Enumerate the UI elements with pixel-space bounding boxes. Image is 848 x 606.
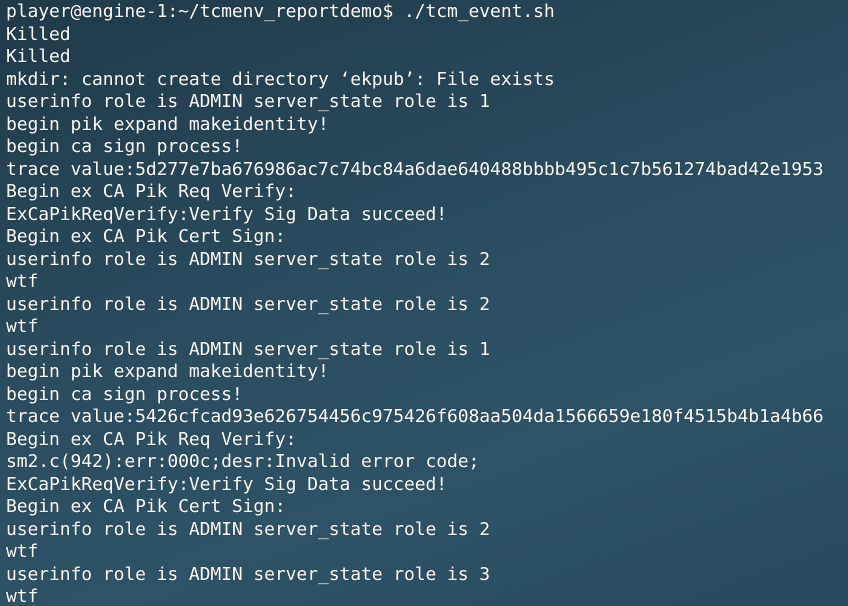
output-line: begin pik expand makeidentity! <box>6 113 329 135</box>
output-line: wtf <box>6 586 39 606</box>
output-line: userinfo role is ADMIN server_state role… <box>6 563 491 585</box>
output-line: userinfo role is ADMIN server_state role… <box>6 293 491 315</box>
output-line: ExCaPikReqVerify:Verify Sig Data succeed… <box>6 473 448 495</box>
prompt-line: player@engine-1:~/tcmenv_reportdemo$ ./t… <box>6 1 555 22</box>
output-line: trace value:5426cfcad93e626754456c975426… <box>6 406 824 427</box>
output-line: ExCaPikReqVerify:Verify Sig Data succeed… <box>6 203 448 225</box>
output-line: Begin ex CA Pik Req Verify: <box>6 181 297 202</box>
output-line: mkdir: cannot create directory ‘ekpub’: … <box>6 68 555 90</box>
output-line: Begin ex CA Pik Cert Sign: <box>6 496 286 517</box>
output-line: userinfo role is ADMIN server_state role… <box>6 338 491 360</box>
output-line: Killed <box>6 46 71 67</box>
terminal-output[interactable]: player@engine-1:~/tcmenv_reportdemo$ ./t… <box>0 0 848 606</box>
output-line: Killed <box>6 23 71 45</box>
output-line: Begin ex CA Pik Req Verify: <box>6 428 297 450</box>
output-line: userinfo role is ADMIN server_state role… <box>6 91 491 112</box>
output-line: userinfo role is ADMIN server_state role… <box>6 248 491 270</box>
output-line: trace value:5d277e7ba676986ac7c74bc84a6d… <box>6 158 824 180</box>
output-line: begin pik expand makeidentity! <box>6 361 329 382</box>
output-line: wtf <box>6 271 39 292</box>
output-line: userinfo role is ADMIN server_state role… <box>6 518 491 540</box>
output-line: begin ca sign process! <box>6 383 243 405</box>
output-line: begin ca sign process! <box>6 136 243 157</box>
output-line: Begin ex CA Pik Cert Sign: <box>6 226 286 247</box>
output-line: wtf <box>6 316 39 337</box>
output-line: sm2.c(942):err:000c;desr:Invalid error c… <box>6 451 480 472</box>
output-line: wtf <box>6 541 39 562</box>
